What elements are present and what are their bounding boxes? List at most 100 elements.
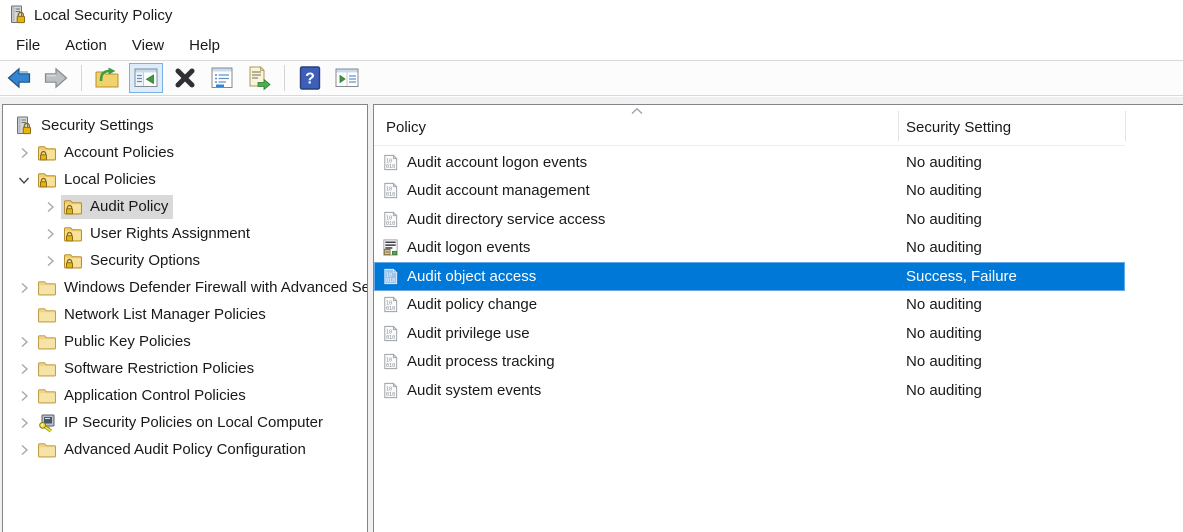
column-header-security-setting[interactable]: Security Setting [906,105,1011,151]
audit-policy-icon [381,352,400,371]
chevron-right-icon[interactable] [39,199,61,215]
chevron-right-icon[interactable] [13,334,35,350]
security-setting-value: No auditing [906,211,982,228]
sort-ascending-icon [630,107,644,115]
policy-rows: Audit account logon events No auditing A… [374,146,1183,405]
folder-icon [37,278,57,298]
policy-row-audit-directory-service-access[interactable]: Audit directory service access No auditi… [374,205,1125,234]
tree-item-security-options[interactable]: Security Options [3,247,367,274]
policy-row-audit-account-management[interactable]: Audit account management No auditing [374,177,1125,206]
chevron-right-icon[interactable] [13,361,35,377]
action-pane-icon [334,65,360,91]
properties-window-icon [209,65,235,91]
folder-lock-icon [63,251,83,271]
tree-item-public-key-policies[interactable]: Public Key Policies [3,328,367,355]
security-settings-tree: Security Settings Account Policies Local… [3,105,367,463]
tree-item-label: Security Options [90,252,200,269]
policy-name: Audit logon events [407,239,530,256]
folder-lock-icon [37,170,57,190]
back-button[interactable] [4,63,34,93]
audit-policy-icon [381,181,400,200]
delete-button[interactable] [170,63,200,93]
policy-row-audit-logon-events[interactable]: Audit logon events No auditing [374,234,1125,263]
chevron-right-icon[interactable] [39,253,61,269]
server-list-icon [381,238,400,257]
menu-item-view[interactable]: View [130,33,166,58]
tree-item-label: Application Control Policies [64,387,246,404]
tree-item-label: Network List Manager Policies [64,306,266,323]
chevron-right-icon[interactable] [13,145,35,161]
policy-name: Audit process tracking [407,353,555,370]
tree-item-account-policies[interactable]: Account Policies [3,139,367,166]
chevron-right-icon[interactable] [13,388,35,404]
tree-item-windows-defender-firewall[interactable]: Windows Defender Firewall with Advanced … [3,274,367,301]
tree-item-label: IP Security Policies on Local Computer [64,414,323,431]
toolbar-separator [81,65,82,91]
tree-item-user-rights-assignment[interactable]: User Rights Assignment [3,220,367,247]
security-setting-value: No auditing [906,353,982,370]
app-server-lock-icon [7,5,27,25]
monitor-key-icon [37,413,57,433]
policy-name: Audit policy change [407,296,537,313]
folder-icon [37,386,57,406]
tree-item-label: Public Key Policies [64,333,191,350]
audit-policy-icon [381,267,400,286]
tree-item-application-control-policies[interactable]: Application Control Policies [3,382,367,409]
export-list-button[interactable] [244,63,274,93]
expander-spacer [13,307,35,323]
tree-item-security-settings[interactable]: Security Settings [3,112,367,139]
menu-item-file[interactable]: File [14,33,42,58]
policy-name: Audit system events [407,382,541,399]
tree-item-label: User Rights Assignment [90,225,250,242]
delete-x-icon [172,65,198,91]
audit-policy-icon [381,295,400,314]
tree-item-software-restriction-policies[interactable]: Software Restriction Policies [3,355,367,382]
properties-button[interactable] [207,63,237,93]
toolbar [0,60,1183,96]
column-divider[interactable] [1125,111,1126,141]
tree-item-local-policies[interactable]: Local Policies [3,166,367,193]
policy-list-pane: Policy Security Setting Audit account lo… [373,104,1183,532]
security-setting-value: No auditing [906,325,982,342]
folder-icon [37,359,57,379]
console-tree-pane: Security Settings Account Policies Local… [2,104,368,532]
tree-item-label: Account Policies [64,144,174,161]
chevron-down-icon[interactable] [13,172,35,188]
folder-icon [37,305,57,325]
policy-row-audit-process-tracking[interactable]: Audit process tracking No auditing [374,348,1125,377]
main-area: Security Settings Account Policies Local… [0,97,1183,532]
audit-policy-icon [381,381,400,400]
policy-name: Audit object access [407,268,536,285]
policy-name: Audit account management [407,182,590,199]
toolbar-separator [284,65,285,91]
security-setting-value: No auditing [906,239,982,256]
tree-item-advanced-audit-policy-configuration[interactable]: Advanced Audit Policy Configuration [3,436,367,463]
folder-lock-icon [37,143,57,163]
folder-icon [37,332,57,352]
up-one-level-button[interactable] [92,63,122,93]
tree-item-network-list-manager-policies[interactable]: Network List Manager Policies [3,301,367,328]
console-tree-toggle-button[interactable] [129,63,163,93]
tree-item-label: Software Restriction Policies [64,360,254,377]
help-button[interactable] [295,63,325,93]
forward-button[interactable] [41,63,71,93]
forward-arrow-icon [43,65,69,91]
policy-row-audit-system-events[interactable]: Audit system events No auditing [374,376,1125,405]
tree-item-audit-policy[interactable]: Audit Policy [3,193,367,220]
server-lock-icon [13,116,33,136]
chevron-right-icon[interactable] [13,415,35,431]
chevron-right-icon[interactable] [13,280,35,296]
help-question-icon [297,65,323,91]
policy-row-audit-privilege-use[interactable]: Audit privilege use No auditing [374,319,1125,348]
action-pane-toggle-button[interactable] [332,63,362,93]
policy-row-audit-object-access[interactable]: Audit object access Success, Failure [374,262,1125,291]
chevron-right-icon[interactable] [13,442,35,458]
policy-row-audit-account-logon-events[interactable]: Audit account logon events No auditing [374,148,1125,177]
menu-item-help[interactable]: Help [187,33,222,58]
column-divider[interactable] [898,111,899,141]
column-header-policy[interactable]: Policy [386,105,426,151]
menu-item-action[interactable]: Action [63,33,109,58]
chevron-right-icon[interactable] [39,226,61,242]
policy-row-audit-policy-change[interactable]: Audit policy change No auditing [374,291,1125,320]
tree-item-ip-security-policies[interactable]: IP Security Policies on Local Computer [3,409,367,436]
